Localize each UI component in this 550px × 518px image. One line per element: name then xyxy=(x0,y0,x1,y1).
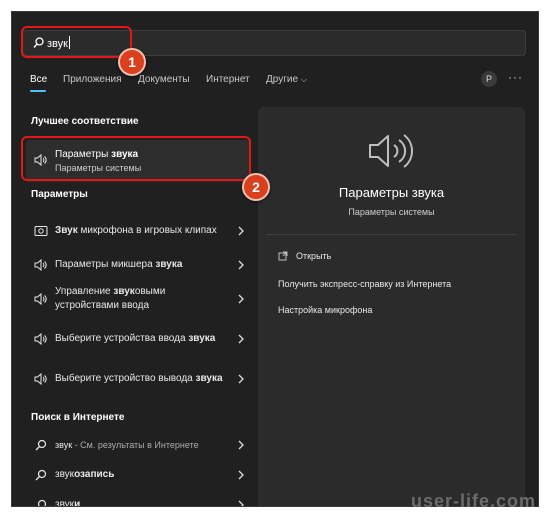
chevron-right-icon xyxy=(238,334,244,344)
open-button[interactable]: Открыть xyxy=(296,251,331,261)
chevron-right-icon xyxy=(238,260,244,270)
tab-other[interactable]: Другие ⌵ xyxy=(266,74,307,85)
web-search-label: звукозапись xyxy=(55,469,115,480)
chevron-right-icon xyxy=(238,226,244,236)
speaker-icon xyxy=(369,134,413,168)
details-title: Параметры звука xyxy=(338,185,445,200)
best-match-heading: Лучшее соответствие xyxy=(31,116,139,127)
web-search-item[interactable]: звукозапись xyxy=(26,463,250,487)
settings-heading: Параметры xyxy=(31,189,88,200)
watermark: user-life.com xyxy=(410,491,536,511)
tab-documents[interactable]: Документы xyxy=(138,74,190,85)
camera-icon xyxy=(34,226,48,236)
settings-item-label: Выберите устройство вывода звука xyxy=(55,373,223,384)
chevron-right-icon xyxy=(238,500,244,506)
chevron-right-icon xyxy=(238,440,244,450)
web-search-item[interactable]: звуки xyxy=(26,493,250,507)
web-search-label: звук - См. результаты в Интернете xyxy=(55,440,199,450)
speaker-icon xyxy=(34,293,47,305)
active-tab-indicator xyxy=(30,90,46,92)
speaker-icon xyxy=(34,333,47,345)
settings-item-label: Управление звуковыми устройствами ввода xyxy=(55,286,166,311)
start-search-window: звук Все Приложения Документы Интернет Д… xyxy=(11,11,539,507)
step-badge-2: 2 xyxy=(242,173,270,201)
avatar[interactable]: P xyxy=(481,71,497,87)
step-badge-1: 1 xyxy=(118,48,146,76)
microphone-setup-link[interactable]: Настройка микрофона xyxy=(278,305,372,315)
settings-item-label: Выберите устройства ввода звука xyxy=(55,333,216,344)
speaker-icon xyxy=(34,259,47,271)
tab-apps[interactable]: Приложения xyxy=(63,74,122,85)
settings-item[interactable]: Параметры микшера звука xyxy=(26,252,250,278)
get-help-link[interactable]: Получить экспресс-справку из Интернета xyxy=(278,279,451,289)
web-search-item[interactable]: звук - См. результаты в Интернете xyxy=(26,433,250,457)
chevron-right-icon xyxy=(238,470,244,480)
open-icon xyxy=(278,251,288,261)
web-search-heading: Поиск в Интернете xyxy=(31,412,125,423)
settings-item[interactable]: Управление звуковыми устройствами ввода xyxy=(26,282,250,316)
settings-item-label: Звук микрофона в игровых клипах xyxy=(55,225,217,236)
settings-item[interactable]: Звук микрофона в игровых клипах xyxy=(26,214,250,248)
tab-internet[interactable]: Интернет xyxy=(206,74,250,85)
tab-all[interactable]: Все xyxy=(30,74,47,85)
settings-item-label: Параметры микшера звука xyxy=(55,259,183,270)
speaker-icon xyxy=(34,373,47,385)
details-subtitle: Параметры системы xyxy=(348,207,435,217)
search-highlight-frame xyxy=(21,26,132,58)
divider xyxy=(266,234,517,235)
details-pane: Параметры звука Параметры системы Открыт… xyxy=(258,107,525,506)
settings-item[interactable]: Выберите устройство вывода звука xyxy=(26,362,250,396)
chevron-down-icon: ⌵ xyxy=(300,75,307,84)
web-search-label: звуки xyxy=(55,499,81,507)
settings-item[interactable]: Выберите устройства ввода звука xyxy=(26,322,250,356)
chevron-right-icon xyxy=(238,374,244,384)
search-icon xyxy=(37,499,47,506)
chevron-right-icon xyxy=(238,294,244,304)
search-icon xyxy=(35,439,47,451)
best-match-highlight-frame xyxy=(21,136,251,181)
search-icon xyxy=(35,469,47,481)
more-options-button[interactable]: ··· xyxy=(508,70,523,84)
